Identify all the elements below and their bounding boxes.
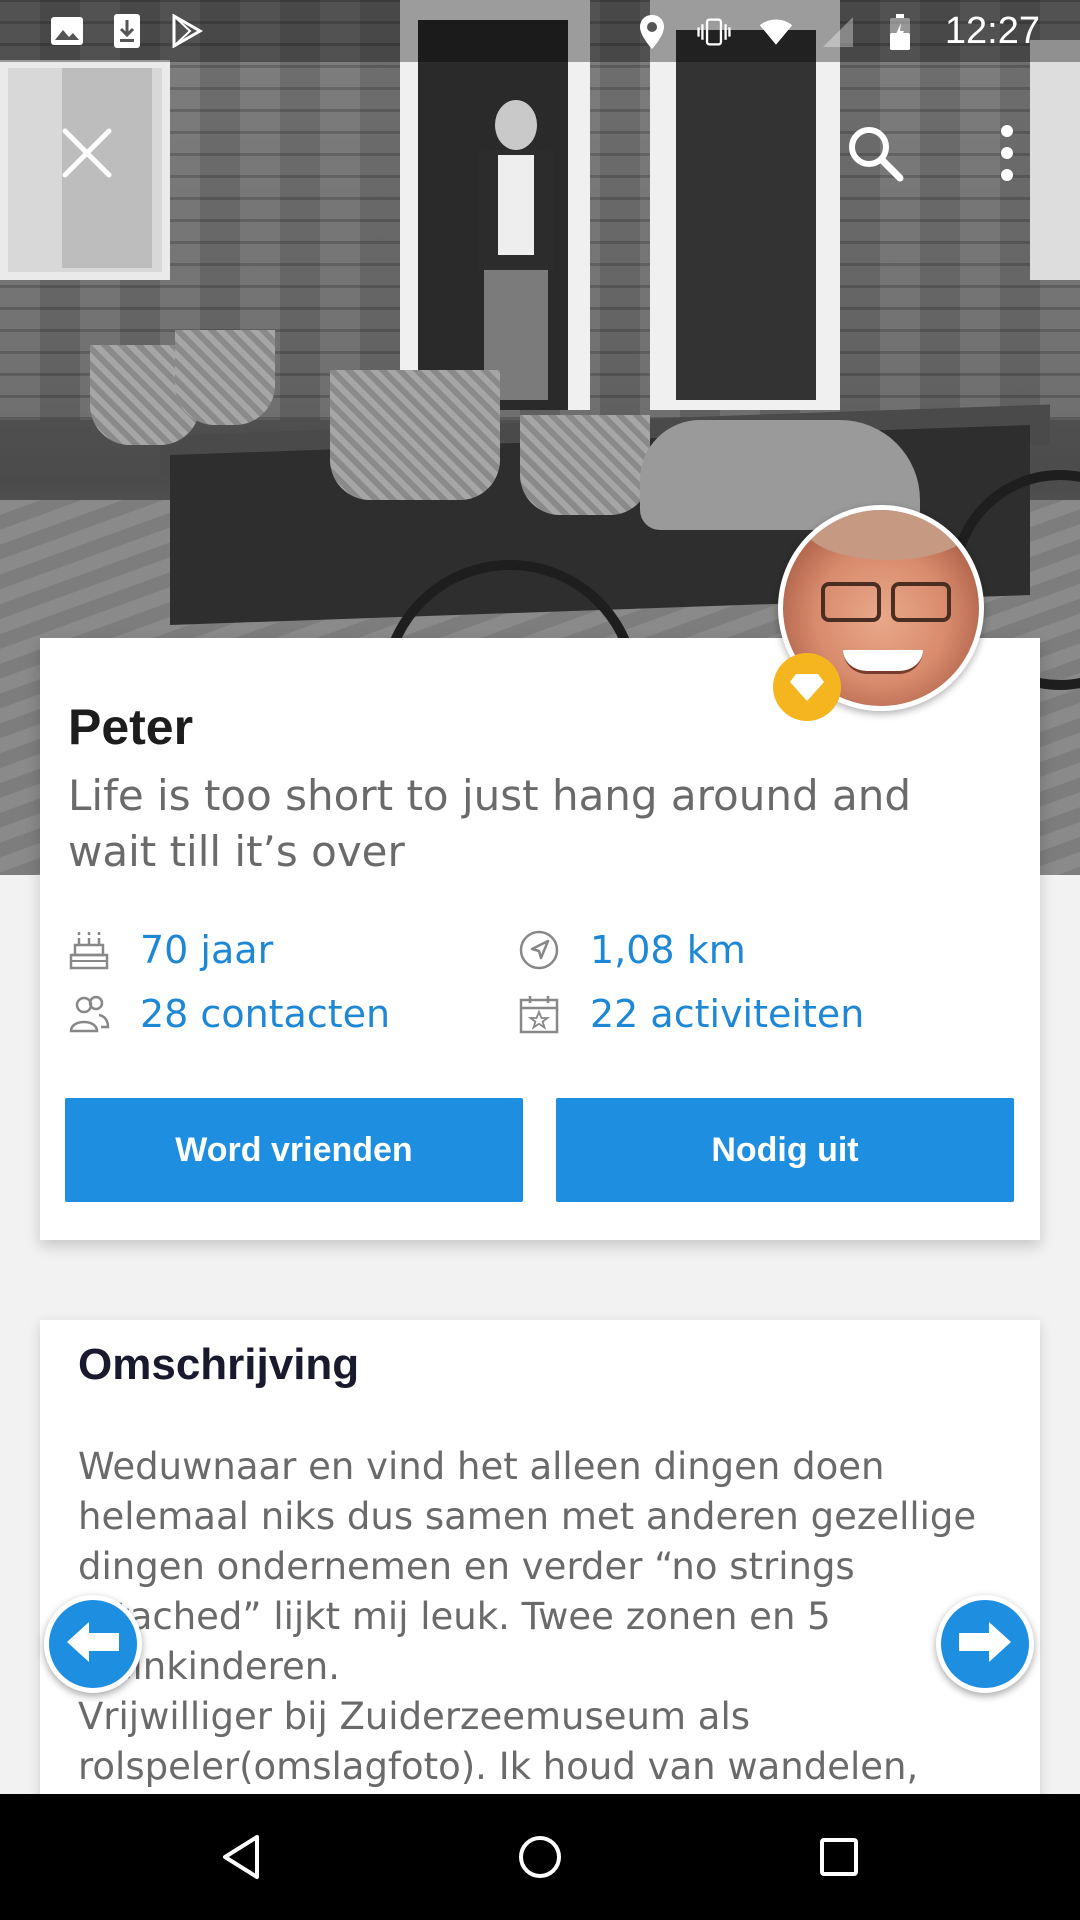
image-icon xyxy=(50,14,84,48)
stat-contacts-value[interactable]: 28 contacten xyxy=(140,992,390,1036)
search-icon[interactable] xyxy=(840,118,910,188)
calendar-star-icon xyxy=(518,993,560,1035)
stat-age-value: 70 jaar xyxy=(140,928,274,972)
back-icon[interactable] xyxy=(206,1824,276,1890)
profile-card: Peter Life is too short to just hang aro… xyxy=(40,638,1040,1240)
location-icon xyxy=(635,14,669,49)
diamond-icon xyxy=(773,653,841,721)
previous-profile-button[interactable] xyxy=(44,1595,142,1693)
profile-name: Peter xyxy=(68,699,194,755)
arrow-left-icon xyxy=(65,1620,121,1668)
stat-activities-value[interactable]: 22 activiteiten xyxy=(590,992,864,1036)
vibrate-icon xyxy=(697,15,731,49)
signal-icon xyxy=(821,15,855,49)
invite-button[interactable]: Nodig uit xyxy=(556,1098,1014,1202)
befriend-button[interactable]: Word vrienden xyxy=(65,1098,523,1202)
description-card: Omschrijving Weduwnaar en vind het allee… xyxy=(40,1320,1040,1800)
close-icon[interactable] xyxy=(52,118,122,188)
battery-icon xyxy=(883,13,917,50)
recents-icon[interactable] xyxy=(804,1824,874,1890)
status-time: 12:27 xyxy=(944,10,1040,52)
play-store-icon xyxy=(170,14,204,48)
stat-age: 70 jaar xyxy=(68,928,273,972)
stat-distance-value: 1,08 km xyxy=(590,928,746,972)
home-icon[interactable] xyxy=(505,1824,575,1890)
status-bar: 12:27 xyxy=(0,0,1080,62)
stat-distance: 1,08 km xyxy=(518,928,746,972)
stat-contacts: 28 contacten xyxy=(68,992,390,1036)
birthday-cake-icon xyxy=(68,929,110,971)
download-icon xyxy=(110,14,144,48)
stat-activities: 22 activiteiten xyxy=(518,992,864,1036)
arrow-right-icon xyxy=(957,1620,1013,1668)
more-vert-icon[interactable] xyxy=(972,118,1042,188)
system-nav-bar xyxy=(0,1794,1080,1920)
next-profile-button[interactable] xyxy=(936,1595,1034,1693)
navigation-arrow-icon xyxy=(518,929,560,971)
description-body: Weduwnaar en vind het alleen dingen doen… xyxy=(78,1445,977,1800)
description-title: Omschrijving xyxy=(78,1340,360,1389)
wifi-icon xyxy=(759,15,793,49)
people-icon xyxy=(68,993,110,1035)
profile-tagline: Life is too short to just hang around an… xyxy=(68,771,911,876)
